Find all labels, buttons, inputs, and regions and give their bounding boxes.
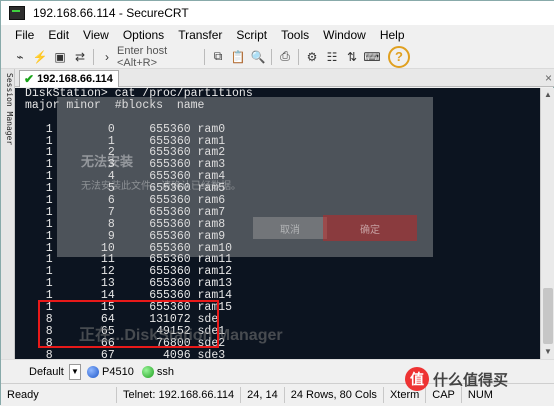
scroll-down-icon[interactable]: ▼ bbox=[543, 347, 553, 357]
connect-icon[interactable]: ⌁ bbox=[11, 48, 29, 66]
toolbar-divider bbox=[93, 48, 94, 65]
print-icon[interactable]: ⎙ bbox=[276, 48, 294, 66]
menu-help[interactable]: Help bbox=[373, 28, 412, 42]
quick-connect-icon[interactable]: ⚡ bbox=[31, 48, 49, 66]
help-icon[interactable]: ? bbox=[388, 45, 410, 68]
toolbar-divider bbox=[204, 48, 205, 65]
ghost-dialog-text: 无法安装此文件，请确认已经数据。 bbox=[81, 181, 241, 192]
menu-options[interactable]: Options bbox=[116, 28, 171, 42]
session-manager-strip[interactable]: Session Manager bbox=[1, 69, 15, 359]
toolbar: ⌁ ⚡ ▣ ⇄ › Enter host <Alt+R> ⧉ 📋 🔍 ⎙ ⚙ ☷… bbox=[1, 45, 554, 69]
tab-label: 192.168.66.114 bbox=[37, 73, 113, 85]
terminal-app-icon bbox=[9, 6, 25, 20]
find-icon[interactable]: 🔍 bbox=[249, 48, 267, 66]
toolbar-divider bbox=[271, 48, 272, 65]
window-title: 192.168.66.114 - SecureCRT bbox=[33, 6, 189, 20]
menu-transfer[interactable]: Transfer bbox=[171, 28, 229, 42]
tab-bar: ✔ 192.168.66.114 × bbox=[15, 69, 554, 87]
menu-window[interactable]: Window bbox=[316, 28, 373, 42]
connect-in-tab-icon[interactable]: ▣ bbox=[51, 48, 69, 66]
status-size: 24 Rows, 80 Cols bbox=[285, 387, 384, 403]
settings-icon[interactable]: ⚙ bbox=[303, 48, 321, 66]
reconnect-icon[interactable]: ⇄ bbox=[71, 48, 89, 66]
watermark-text: 什么值得买 bbox=[433, 371, 509, 389]
global-options-icon[interactable]: ☷ bbox=[323, 48, 341, 66]
vertical-scrollbar[interactable]: ▲ ▼ bbox=[540, 88, 554, 359]
scroll-up-icon[interactable]: ▲ bbox=[543, 90, 553, 100]
sftp-icon[interactable]: ⇅ bbox=[343, 48, 361, 66]
copy-icon[interactable]: ⧉ bbox=[209, 48, 227, 66]
watermark-logo-icon: 值 bbox=[405, 367, 429, 391]
ghost-dialog-title: 无法安装 bbox=[81, 154, 134, 169]
close-tab-icon[interactable]: × bbox=[545, 71, 552, 85]
status-ready: Ready bbox=[1, 387, 117, 403]
ghost-cancel-button: 取消 bbox=[253, 217, 327, 239]
status-cursor: 24, 14 bbox=[241, 387, 285, 403]
menu-view[interactable]: View bbox=[76, 28, 116, 42]
menu-file[interactable]: File bbox=[8, 28, 41, 42]
menu-script[interactable]: Script bbox=[229, 28, 274, 42]
watermark: 值 什么值得买 bbox=[405, 367, 508, 391]
title-bar: 192.168.66.114 - SecureCRT bbox=[1, 1, 554, 25]
ssh-button[interactable]: ssh bbox=[157, 366, 174, 378]
ghost-ok-button: 确定 bbox=[323, 215, 417, 241]
paste-icon[interactable]: 📋 bbox=[229, 48, 247, 66]
p4510-button-icon[interactable] bbox=[87, 365, 99, 378]
background-dialog-ghost: 无法安装 无法安装此文件，请确认已经数据。 取消 确定 bbox=[57, 97, 433, 257]
keymap-icon[interactable]: ⌨ bbox=[363, 48, 381, 66]
tab-session[interactable]: ✔ 192.168.66.114 bbox=[19, 70, 119, 87]
securecrt-window: 192.168.66.114 - SecureCRT File Edit Vie… bbox=[0, 0, 554, 406]
menu-edit[interactable]: Edit bbox=[41, 28, 76, 42]
p4510-button[interactable]: P4510 bbox=[102, 366, 134, 378]
ssh-button-icon[interactable] bbox=[141, 365, 154, 378]
toolbar-divider bbox=[298, 48, 299, 65]
highlight-box bbox=[38, 300, 219, 348]
terminal-line: 8 67 4096 sde3 bbox=[25, 348, 226, 359]
menu-bar: File Edit View Options Transfer Script T… bbox=[1, 25, 554, 45]
connected-check-icon: ✔ bbox=[24, 72, 35, 86]
session-manager-label[interactable]: Session Manager bbox=[2, 73, 14, 183]
status-connection: Telnet: 192.168.66.114 bbox=[117, 387, 242, 403]
chevron-down-icon[interactable]: ▼ bbox=[69, 363, 81, 380]
host-arrow-icon: › bbox=[105, 49, 109, 64]
host-input[interactable]: Enter host <Alt+R> bbox=[117, 45, 201, 69]
menu-tools[interactable]: Tools bbox=[274, 28, 316, 42]
scroll-thumb[interactable] bbox=[543, 288, 553, 344]
session-select[interactable]: Default bbox=[29, 364, 69, 380]
